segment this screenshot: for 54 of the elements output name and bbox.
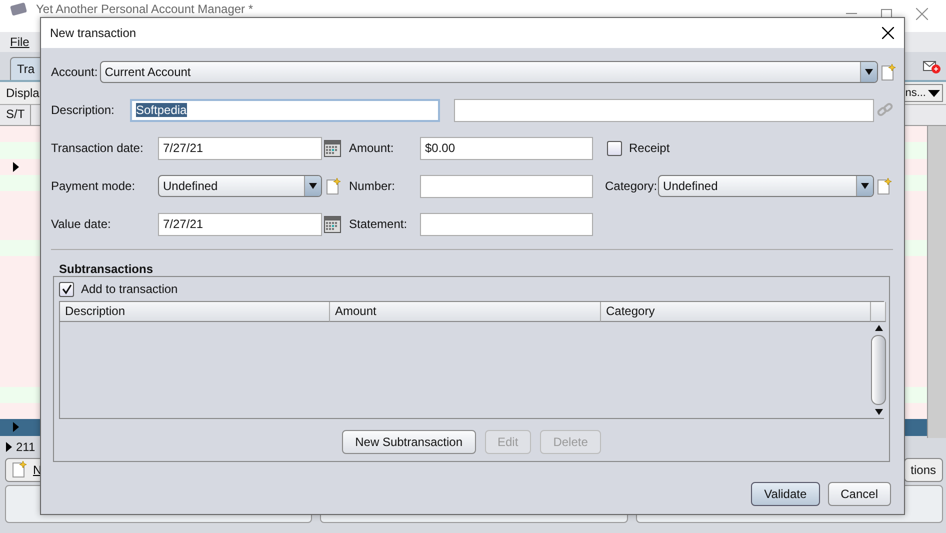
field-label: Description: <box>51 103 116 117</box>
field-label: Value date: <box>51 217 112 231</box>
dropdown-arrow-icon <box>928 90 940 96</box>
checkbox-label[interactable]: Add to transaction <box>81 282 178 296</box>
header-corner <box>871 302 886 322</box>
new-document-icon[interactable] <box>880 64 896 80</box>
scrollbar[interactable] <box>871 322 886 418</box>
field-label: Transaction date: <box>51 141 144 155</box>
column-header[interactable]: Amount <box>330 302 601 322</box>
row-marker-icon <box>13 422 19 432</box>
dialog-title: New transaction <box>50 26 136 40</box>
minimize-icon[interactable] <box>846 13 857 15</box>
close-icon[interactable] <box>882 27 894 39</box>
dropdown[interactable]: Undefined <box>658 175 874 197</box>
transaction-count: 211 <box>16 440 36 454</box>
dialog-button[interactable]: Validate <box>751 482 820 506</box>
table-row[interactable] <box>0 158 40 175</box>
dialog-button[interactable]: Cancel <box>828 482 891 506</box>
input-field[interactable] <box>420 174 593 198</box>
options-button[interactable]: tions <box>904 458 943 482</box>
new-document-icon[interactable] <box>326 178 341 194</box>
input-field[interactable]: Softpedia <box>130 98 440 122</box>
column-header[interactable]: Category <box>601 302 871 322</box>
input-field[interactable]: 7/27/21 <box>158 212 322 236</box>
field-label: Number: <box>349 179 396 193</box>
input-field[interactable] <box>420 212 593 236</box>
new-document-icon[interactable] <box>12 461 27 478</box>
expand-arrow-icon[interactable] <box>6 442 12 452</box>
column-header[interactable]: S/T <box>0 105 31 125</box>
checkbox[interactable] <box>59 282 74 296</box>
input-field[interactable] <box>454 98 874 122</box>
section-title: Subtransactions <box>59 262 154 276</box>
input-field[interactable]: 7/27/21 <box>158 136 322 160</box>
field-label: Payment mode: <box>51 179 136 193</box>
field-label: Amount: <box>349 141 395 155</box>
action-button[interactable]: New Subtransaction <box>342 430 476 454</box>
dropdown[interactable]: Current Account <box>100 61 878 83</box>
display-label: Displa <box>6 86 40 100</box>
scrollbar[interactable] <box>927 126 946 438</box>
menu-item[interactable]: File <box>10 35 30 49</box>
column-header[interactable]: Description <box>60 302 330 322</box>
calendar-icon[interactable] <box>324 216 341 232</box>
dropdown[interactable]: Undefined <box>158 175 322 197</box>
calendar-icon[interactable] <box>324 140 341 156</box>
new-document-icon[interactable] <box>877 178 892 194</box>
input-field[interactable]: $0.00 <box>420 136 593 160</box>
app-title: Yet Another Personal Account Manager * <box>36 2 254 16</box>
link-icon[interactable] <box>877 102 893 118</box>
checkbox-label[interactable]: Receipt <box>629 141 670 155</box>
app-logo-icon <box>10 2 28 16</box>
field-label: Category: <box>605 179 658 193</box>
checkbox[interactable] <box>607 140 622 156</box>
field-label: Statement: <box>349 217 408 231</box>
display-dropdown[interactable]: ns... <box>903 84 943 102</box>
